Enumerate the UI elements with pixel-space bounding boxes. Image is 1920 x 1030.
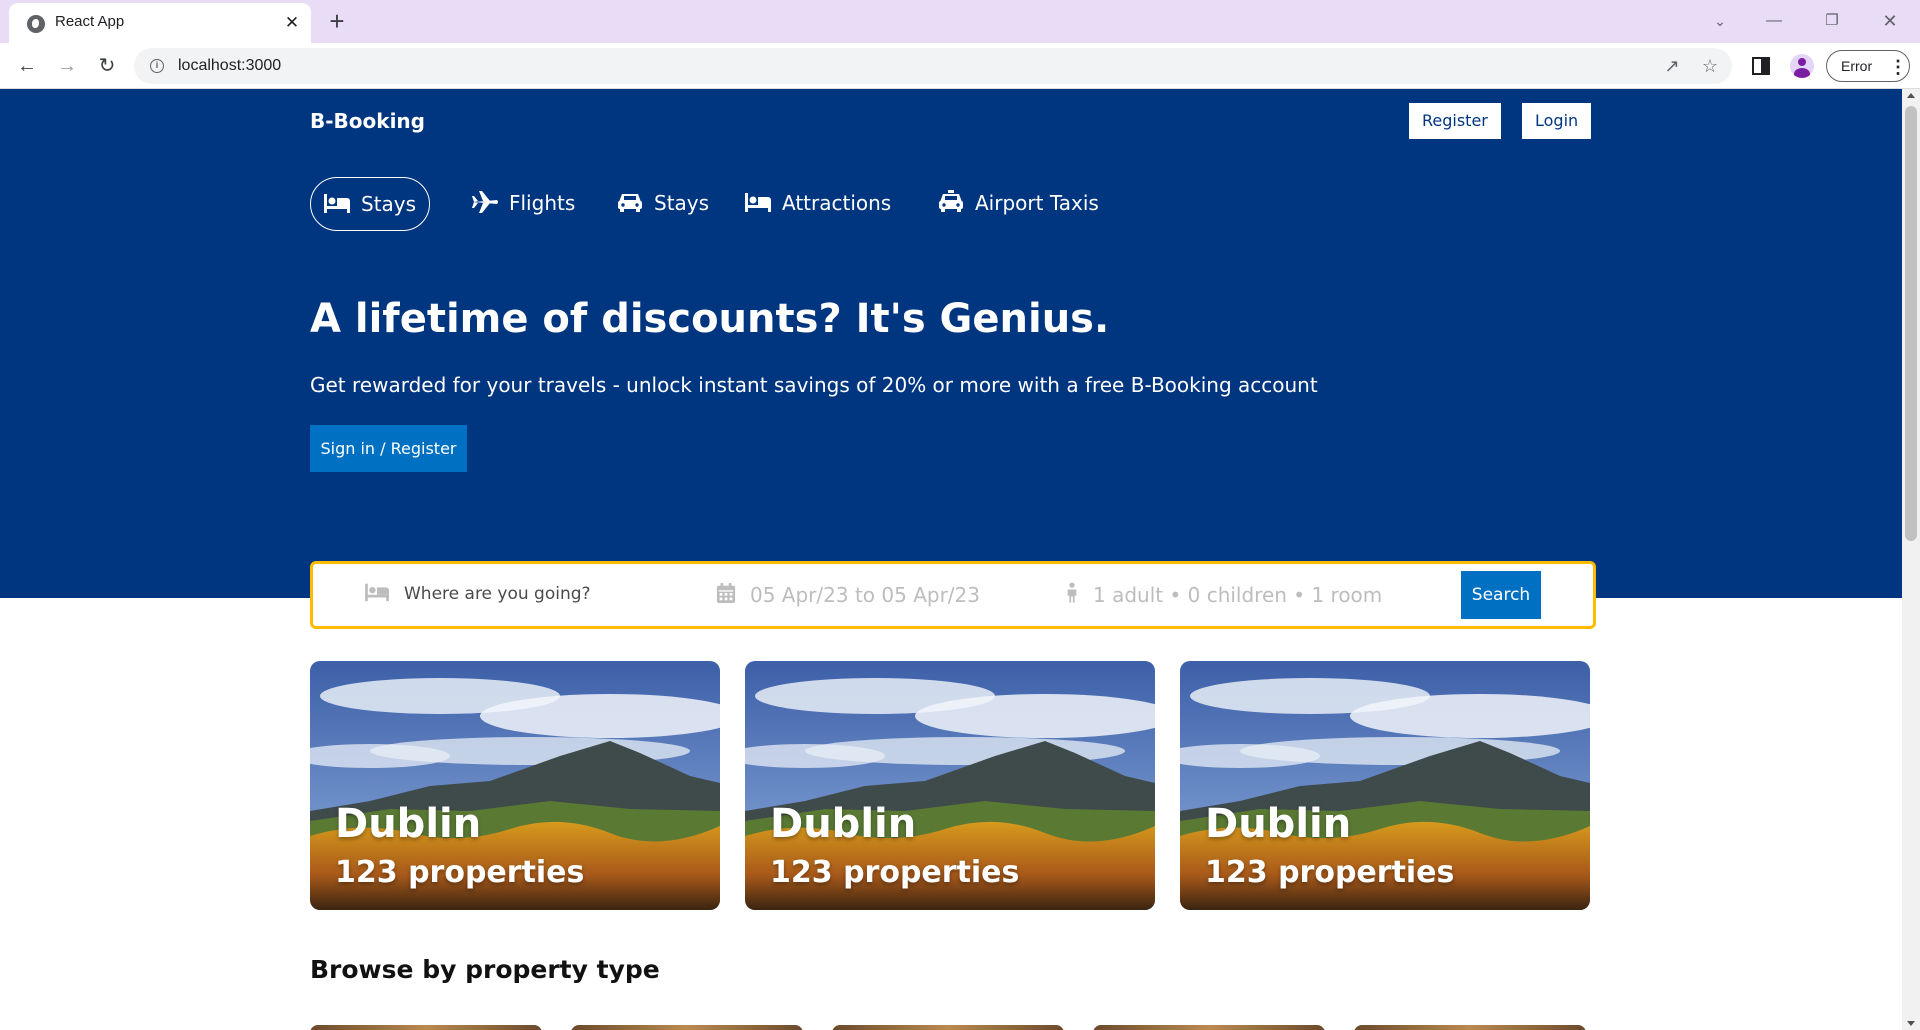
card-properties: 123 properties xyxy=(770,855,1020,890)
react-favicon-icon xyxy=(27,15,45,33)
person-icon xyxy=(1067,582,1077,603)
card-city: Dublin xyxy=(1205,801,1352,847)
bookmark-star-icon[interactable]: ☆ xyxy=(1698,54,1722,78)
restore-window-icon[interactable]: ❐ xyxy=(1810,6,1854,36)
nav-item-label: Airport Taxis xyxy=(975,190,1099,215)
property-type-card[interactable] xyxy=(1354,1025,1586,1030)
browser-toolbar: ← → ↻ i localhost:3000 ↗ ☆ Error ⋮ xyxy=(0,43,1920,89)
scroll-thumb[interactable] xyxy=(1905,106,1917,541)
nav-item-car-rentals[interactable]: Stays xyxy=(616,177,709,231)
profile-avatar-icon[interactable] xyxy=(1790,54,1814,78)
profile-error-label: Error xyxy=(1841,58,1873,74)
nav-item-flights[interactable]: Flights xyxy=(471,177,575,231)
page-scrollbar[interactable] xyxy=(1902,89,1920,1030)
tab-search-chevron-icon[interactable]: ⌄ xyxy=(1698,6,1742,36)
login-button[interactable]: Login xyxy=(1522,103,1592,139)
hero-subtitle: Get rewarded for your travels - unlock i… xyxy=(310,373,1318,397)
bed-icon xyxy=(745,192,771,212)
register-button[interactable]: Register xyxy=(1409,103,1501,139)
destination-placeholder[interactable]: Where are you going? xyxy=(404,584,591,604)
scroll-down-arrow-icon[interactable] xyxy=(1907,1021,1915,1026)
bed-icon xyxy=(365,583,389,602)
property-type-card[interactable] xyxy=(571,1025,803,1030)
property-type-card[interactable] xyxy=(1093,1025,1325,1030)
close-window-icon[interactable]: ✕ xyxy=(1868,6,1912,36)
nav-item-label: Stays xyxy=(654,190,710,215)
nav-item-label: Stays xyxy=(361,191,417,216)
tab-title: React App xyxy=(55,13,125,30)
nav-item-attractions[interactable]: Attractions xyxy=(744,177,891,231)
browser-tab-strip: React App ✕ + ⌄ — ❐ ✕ xyxy=(0,0,1920,43)
scroll-up-arrow-icon[interactable] xyxy=(1907,93,1915,98)
side-panel-icon[interactable] xyxy=(1752,57,1770,75)
reload-icon[interactable]: ↻ xyxy=(92,51,122,81)
sign-in-register-button[interactable]: Sign in / Register xyxy=(310,425,467,472)
hero-section: B-Booking Register Login Stays Flights S… xyxy=(0,89,1920,598)
brand-logo[interactable]: B-Booking xyxy=(310,109,425,133)
taxi-icon xyxy=(939,189,963,212)
date-range-text[interactable]: 05 Apr/23 to 05 Apr/23 xyxy=(750,583,980,607)
card-properties: 123 properties xyxy=(335,855,585,890)
minimize-window-icon[interactable]: — xyxy=(1752,6,1796,36)
calendar-icon xyxy=(716,583,736,603)
search-button[interactable]: Search xyxy=(1461,571,1541,619)
tab-close-icon[interactable]: ✕ xyxy=(280,11,304,35)
property-type-card[interactable] xyxy=(310,1025,542,1030)
property-type-heading: Browse by property type xyxy=(310,955,660,984)
nav-item-label: Attractions xyxy=(782,190,892,215)
occupancy-text[interactable]: 1 adult • 0 children • 1 room xyxy=(1093,583,1382,607)
card-city: Dublin xyxy=(770,801,917,847)
nav-item-label: Flights xyxy=(509,190,576,215)
featured-card-dublin[interactable]: Dublin 123 properties xyxy=(1180,661,1590,910)
url-text[interactable]: localhost:3000 xyxy=(178,57,281,75)
nav-item-airport-taxis[interactable]: Airport Taxis xyxy=(937,177,1099,231)
nav-item-stays[interactable]: Stays xyxy=(310,177,431,231)
search-bar: Where are you going? 05 Apr/23 to 05 Apr… xyxy=(310,561,1596,629)
profile-error-button[interactable]: Error ⋮ xyxy=(1826,50,1910,82)
browser-menu-icon[interactable]: ⋮ xyxy=(1889,55,1907,79)
new-tab-button[interactable]: + xyxy=(322,7,352,37)
browser-tab[interactable]: React App ✕ xyxy=(9,3,311,43)
featured-card-dublin[interactable]: Dublin 123 properties xyxy=(745,661,1155,910)
occupancy-field[interactable]: 1 adult • 0 children • 1 room xyxy=(1065,582,1382,609)
address-bar[interactable]: i localhost:3000 ↗ ☆ xyxy=(134,48,1732,84)
card-properties: 123 properties xyxy=(1205,855,1455,890)
car-icon xyxy=(618,193,642,212)
card-city: Dublin xyxy=(335,801,482,847)
site-info-icon[interactable]: i xyxy=(150,59,164,73)
share-icon[interactable]: ↗ xyxy=(1660,54,1684,78)
back-arrow-icon[interactable]: ← xyxy=(12,51,42,81)
date-range-field[interactable]: 05 Apr/23 to 05 Apr/23 xyxy=(716,583,980,609)
page-viewport: B-Booking Register Login Stays Flights S… xyxy=(0,89,1920,1030)
forward-arrow-icon[interactable]: → xyxy=(52,51,82,81)
hero-title: A lifetime of discounts? It's Genius. xyxy=(310,296,1110,342)
property-type-card[interactable] xyxy=(832,1025,1064,1030)
bed-icon xyxy=(324,193,350,213)
featured-card-dublin[interactable]: Dublin 123 properties xyxy=(310,661,720,910)
destination-field[interactable]: Where are you going? xyxy=(364,583,591,609)
plane-icon xyxy=(472,190,498,213)
